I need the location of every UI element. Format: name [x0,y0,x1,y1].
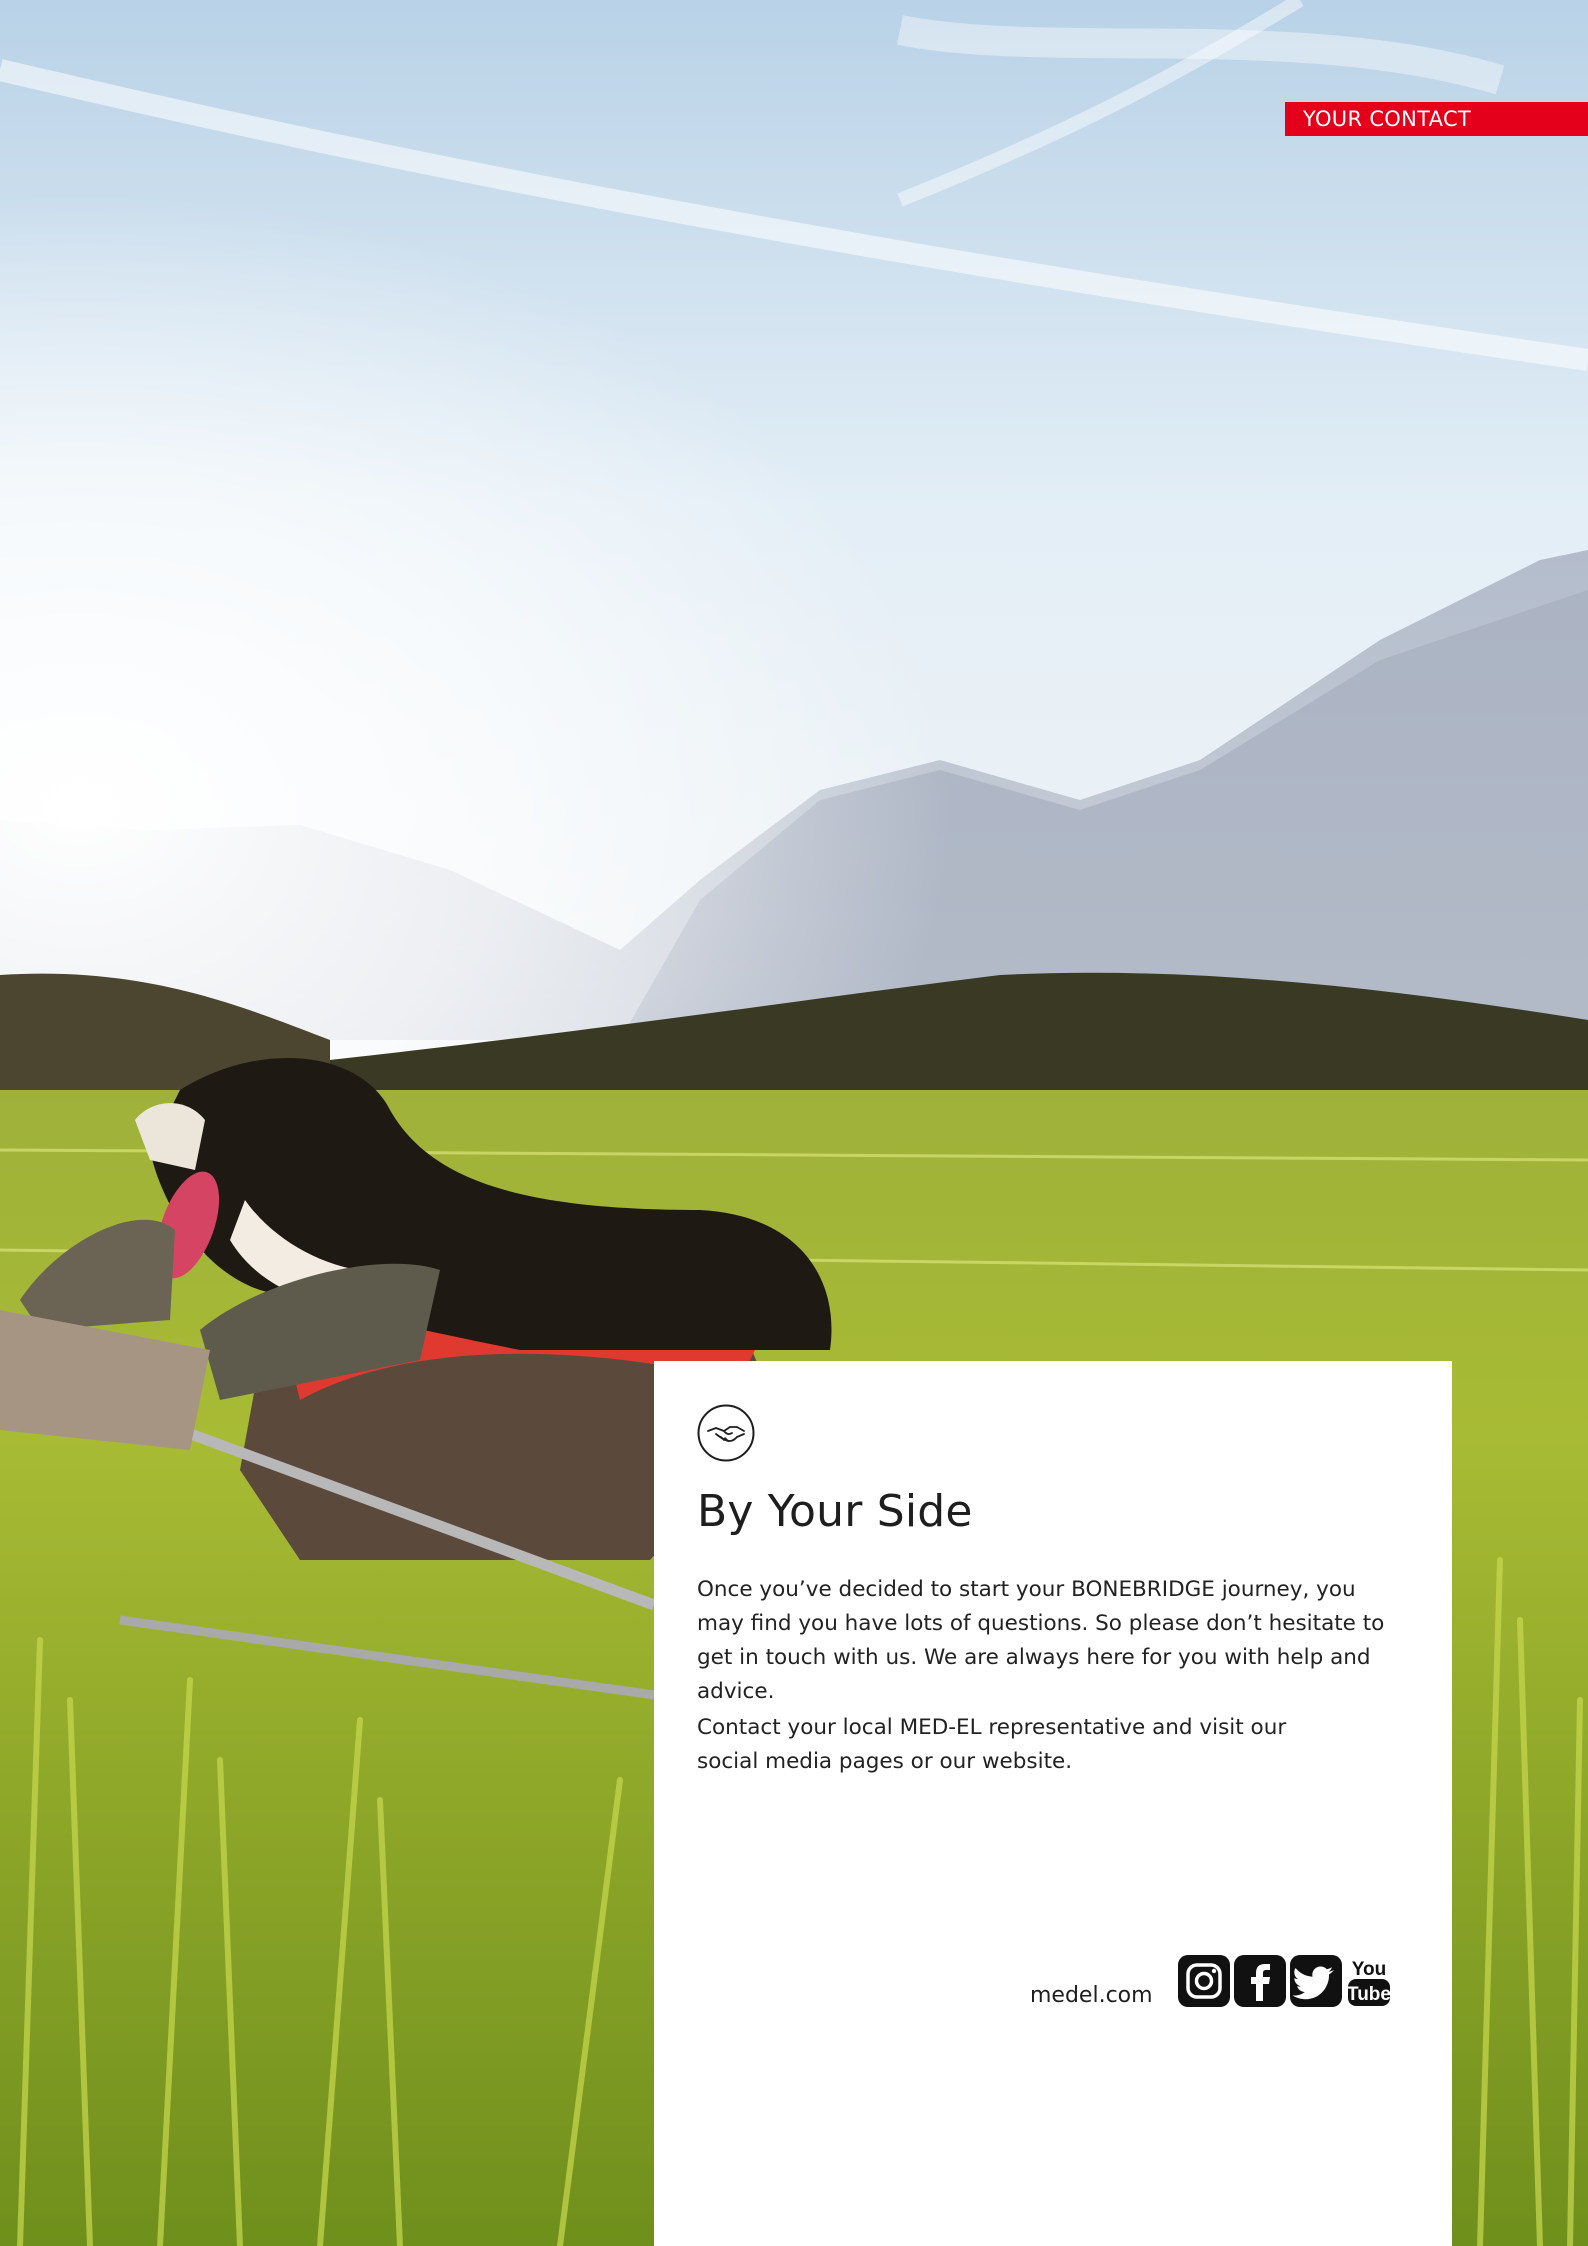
youtube-icon[interactable]: You Tube [1346,1955,1392,2007]
twitter-icon[interactable] [1290,1955,1342,2007]
handshake-icon [697,1404,755,1462]
your-contact-tag: YOUR CONTACT [1285,102,1588,136]
instagram-icon[interactable] [1178,1955,1230,2007]
facebook-icon[interactable] [1234,1955,1286,2007]
intro-paragraph: Once you’ve decided to start your BONEBR… [697,1577,1385,1704]
card-title: By Your Side [697,1486,973,1537]
website-link[interactable]: medel.com [1030,1983,1153,2008]
contact-paragraph: Contact your local MED-EL representative… [697,1715,1287,1774]
youtube-tube-text: Tube [1347,1984,1391,2005]
youtube-you-text: You [1352,1959,1386,1980]
contact-card: By Your Side Once you’ve decided to star… [654,1361,1452,2246]
